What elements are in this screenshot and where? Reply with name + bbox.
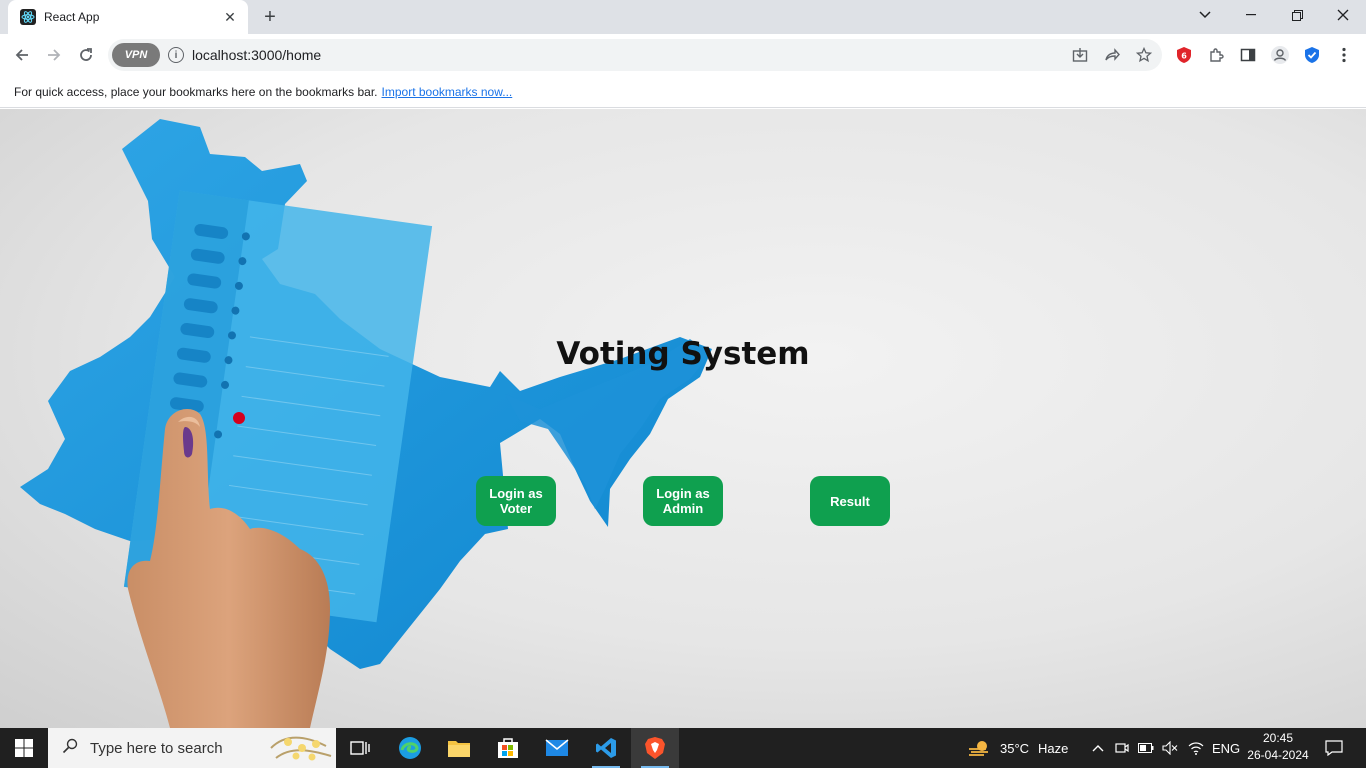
battery-icon[interactable] [1138,740,1154,756]
page-viewport: Voting System Login as Voter Login as Ad… [0,109,1366,728]
extensions-icon[interactable] [1206,45,1226,65]
brave-icon[interactable] [631,728,679,768]
login-voter-button[interactable]: Login as Voter [476,476,556,526]
task-view-icon[interactable] [336,728,384,768]
notifications-icon[interactable] [1324,740,1344,756]
taskbar-search-input[interactable]: Type here to search [48,728,336,768]
restore-icon[interactable] [1274,0,1320,30]
profile-icon[interactable] [1270,45,1290,65]
back-icon[interactable] [7,40,37,70]
new-tab-button[interactable]: + [258,5,282,29]
weather-temp[interactable]: 35°C [1000,728,1029,768]
clock-date: 26-04-2024 [1247,748,1309,762]
url-text[interactable]: localhost:3000/home [192,47,321,63]
extension-shield-icon[interactable]: 6 [1174,45,1194,65]
page-title: Voting System [556,336,810,372]
wifi-icon[interactable] [1188,740,1204,756]
reload-icon[interactable] [71,40,101,70]
search-placeholder: Type here to search [90,739,223,757]
browser-tabstrip: React App ✕ + [0,0,1366,34]
login-admin-button[interactable]: Login as Admin [643,476,723,526]
search-icon [62,738,78,759]
bookmark-star-icon[interactable] [1134,45,1154,65]
security-extension-icon[interactable] [1302,45,1322,65]
chevron-up-icon[interactable] [1090,740,1106,756]
forward-icon[interactable] [39,40,69,70]
clock-time: 20:45 [1262,731,1294,745]
india-map-evm-illustration [20,119,712,728]
file-explorer-icon[interactable] [435,728,483,768]
site-info-icon[interactable]: i [168,47,184,63]
share-icon[interactable] [1102,45,1122,65]
bookmarks-message: For quick access, place your bookmarks h… [14,84,378,99]
tab-title: React App [44,10,100,24]
menu-kebab-icon[interactable] [1334,45,1354,65]
language-indicator[interactable]: ENG [1212,728,1240,768]
tab-search-icon[interactable] [1182,0,1228,30]
react-icon [20,9,36,25]
side-panel-icon[interactable] [1238,45,1258,65]
windows-taskbar: Type here to search 35°C Haze ENG 20:45 … [0,728,1366,768]
edge-icon[interactable] [386,728,434,768]
meet-now-icon[interactable] [1114,740,1130,756]
close-tab-icon[interactable]: ✕ [222,9,238,25]
browser-toolbar: VPN i localhost:3000/home 6 [0,34,1366,76]
vscode-icon[interactable] [582,728,630,768]
svg-text:6: 6 [1181,52,1187,61]
weather-haze-icon[interactable] [968,740,992,756]
weather-condition[interactable]: Haze [1038,728,1068,768]
minimize-icon[interactable] [1228,0,1274,30]
close-window-icon[interactable] [1320,0,1366,30]
vpn-badge[interactable]: VPN [112,43,160,67]
store-icon[interactable] [484,728,532,768]
clock[interactable]: 20:45 26-04-2024 [1246,730,1310,764]
mail-icon[interactable] [533,728,581,768]
import-bookmarks-link[interactable]: Import bookmarks now... [382,85,513,99]
bookmarks-bar: For quick access, place your bookmarks h… [0,76,1366,108]
install-app-icon[interactable] [1070,45,1090,65]
windows-start-icon[interactable] [0,728,48,768]
search-highlight-illustration [270,736,332,761]
volume-muted-icon[interactable] [1162,740,1178,756]
address-bar[interactable]: VPN i localhost:3000/home [108,39,1162,71]
result-button[interactable]: Result [810,476,890,526]
browser-tab[interactable]: React App ✕ [8,0,248,34]
